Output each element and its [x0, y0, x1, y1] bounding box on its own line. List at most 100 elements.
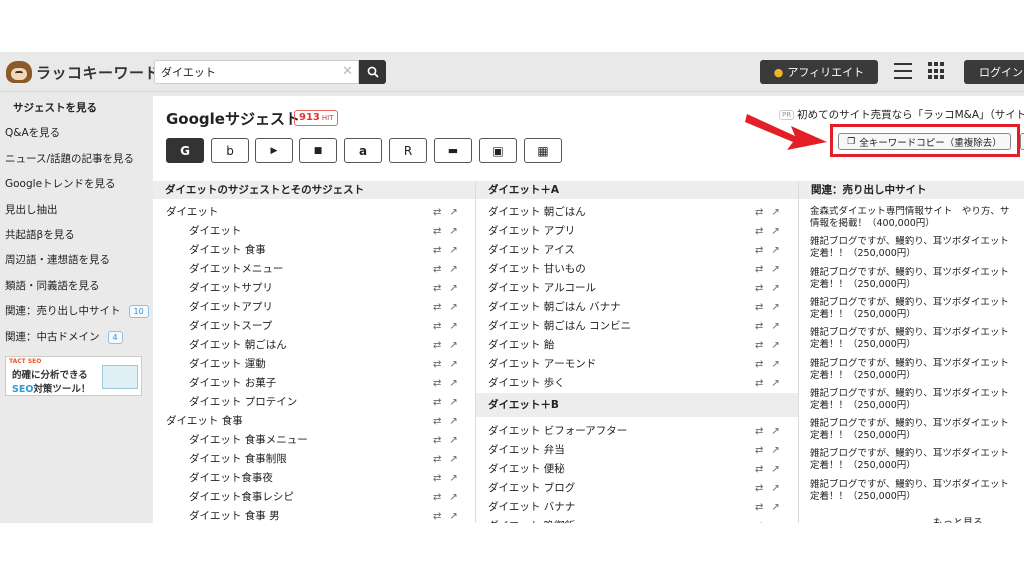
keyword-row[interactable]: ダイエット お菓子 ⇄ ↗ [189, 375, 458, 392]
site-for-sale-item[interactable]: 雑記ブログですが、鰻釣り、耳ツボダイエット 定着！！（250,000円） [810, 358, 1024, 382]
engine-amazon-button[interactable]: a [344, 138, 382, 163]
sidebar-item-synonyms[interactable]: 類語・同義語を見る [5, 278, 100, 293]
retweet-icon[interactable]: ⇄ [433, 280, 441, 297]
external-link-icon[interactable]: ↗ [449, 280, 457, 297]
keyword-row[interactable]: ダイエット 歩く ⇄ ↗ [488, 375, 788, 392]
retweet-icon[interactable]: ⇄ [755, 480, 763, 497]
external-link-icon[interactable]: ↗ [449, 375, 457, 392]
keyword-text[interactable]: ダイエット アルコール [488, 282, 596, 294]
keyword-text[interactable]: ダイエット 晩御飯 [488, 520, 575, 523]
engine-video-button[interactable]: ■ [299, 138, 337, 163]
retweet-icon[interactable]: ⇄ [433, 451, 441, 468]
retweet-icon[interactable]: ⇄ [755, 375, 763, 392]
sidebar-item-used-domains[interactable]: 関連：中古ドメイン 4 [5, 329, 123, 344]
keyword-row[interactable]: ダイエット アプリ ⇄ ↗ [488, 223, 788, 240]
clear-icon[interactable]: ✕ [342, 64, 353, 79]
keyword-text[interactable]: ダイエット 運動 [189, 358, 266, 370]
keyword-text[interactable]: ダイエット 食事 [189, 244, 266, 256]
keyword-text[interactable]: ダイエットメニュー [189, 263, 283, 275]
external-link-icon[interactable]: ↗ [771, 280, 779, 297]
engine-youtube-button[interactable]: ▶ [255, 138, 293, 163]
keyword-row[interactable]: ダイエット 弁当 ⇄ ↗ [488, 442, 788, 459]
sidebar-item-suggest[interactable]: サジェストを見る [13, 100, 97, 115]
keyword-row[interactable]: ダイエット プロテイン ⇄ ↗ [189, 394, 458, 411]
retweet-icon[interactable]: ⇄ [433, 375, 441, 392]
more-link[interactable]: もっと見る [933, 514, 983, 523]
keyword-row[interactable]: ダイエット ビフォーアフター ⇄ ↗ [488, 423, 788, 440]
external-link-icon[interactable]: ↗ [771, 423, 779, 440]
keyword-text[interactable]: ダイエット プロテイン [189, 396, 297, 408]
keyword-text[interactable]: ダイエット 食事制限 [189, 453, 287, 465]
keyword-row[interactable]: ダイエット 朝ごはん ⇄ ↗ [189, 337, 458, 354]
retweet-icon[interactable]: ⇄ [755, 423, 763, 440]
retweet-icon[interactable]: ⇄ [755, 242, 763, 259]
external-link-icon[interactable]: ↗ [771, 204, 779, 221]
retweet-icon[interactable]: ⇄ [433, 223, 441, 240]
sidebar-item-associations[interactable]: 周辺語・連想語を見る [5, 252, 110, 267]
site-for-sale-item[interactable]: 金森式ダイエット専門情報サイト やり方、サ 情報を掲載！（400,000円） [810, 206, 1024, 230]
keyword-row[interactable]: ダイエット 朝ごはん コンビニ ⇄ ↗ [488, 318, 788, 335]
external-link-icon[interactable]: ↗ [771, 356, 779, 373]
keyword-text[interactable]: ダイエット ブログ [488, 482, 575, 494]
external-link-icon[interactable]: ↗ [449, 432, 457, 449]
keyword-row[interactable]: ダイエット 甘いもの ⇄ ↗ [488, 261, 788, 278]
keyword-row[interactable]: ダイエットサプリ ⇄ ↗ [189, 280, 458, 297]
engine-rakuten-button[interactable]: R [389, 138, 427, 163]
retweet-icon[interactable]: ⇄ [755, 518, 763, 523]
retweet-icon[interactable]: ⇄ [433, 242, 441, 259]
retweet-icon[interactable]: ⇄ [433, 508, 441, 523]
external-link-icon[interactable]: ↗ [449, 337, 457, 354]
sidebar-item-news[interactable]: ニュース/話題の記事を見る [5, 151, 134, 166]
external-link-icon[interactable]: ↗ [449, 204, 457, 221]
external-link-icon[interactable]: ↗ [449, 470, 457, 487]
keyword-row[interactable]: ダイエット アイス ⇄ ↗ [488, 242, 788, 259]
external-link-icon[interactable]: ↗ [449, 413, 457, 430]
external-link-icon[interactable]: ↗ [449, 242, 457, 259]
external-link-icon[interactable]: ↗ [449, 223, 457, 240]
external-link-icon[interactable]: ↗ [771, 499, 779, 516]
retweet-icon[interactable]: ⇄ [433, 261, 441, 278]
keyword-text[interactable]: ダイエット 歩く [488, 377, 565, 389]
external-link-icon[interactable]: ↗ [771, 461, 779, 478]
keyword-row[interactable]: ダイエット アルコール ⇄ ↗ [488, 280, 788, 297]
keyword-row[interactable]: ダイエット 食事制限 ⇄ ↗ [189, 451, 458, 468]
keyword-row[interactable]: ダイエット 便秘 ⇄ ↗ [488, 461, 788, 478]
retweet-icon[interactable]: ⇄ [433, 394, 441, 411]
retweet-icon[interactable]: ⇄ [433, 413, 441, 430]
sidebar-item-sites-for-sale[interactable]: 関連：売り出し中サイト 10 [5, 303, 149, 318]
keyword-text[interactable]: ダイエット 朝ごはん [488, 206, 586, 218]
external-link-icon[interactable]: ↗ [449, 508, 457, 523]
keyword-text[interactable]: ダイエット 朝ごはん バナナ [488, 301, 621, 313]
retweet-icon[interactable]: ⇄ [433, 299, 441, 316]
keyword-row[interactable]: ダイエット食事レシピ ⇄ ↗ [189, 489, 458, 506]
external-link-icon[interactable]: ↗ [771, 299, 779, 316]
retweet-icon[interactable]: ⇄ [433, 432, 441, 449]
keyword-row[interactable]: ダイエット ⇄ ↗ [189, 223, 458, 240]
retweet-icon[interactable]: ⇄ [755, 223, 763, 240]
site-for-sale-item[interactable]: 雑記ブログですが、鰻釣り、耳ツボダイエット 定着！！（250,000円） [810, 418, 1024, 442]
retweet-icon[interactable]: ⇄ [433, 489, 441, 506]
keyword-row[interactable]: ダイエット 晩御飯⇄↗ [488, 518, 788, 523]
keyword-text[interactable]: ダイエット 朝ごはん コンビニ [488, 320, 631, 332]
external-link-icon[interactable]: ↗ [449, 299, 457, 316]
external-link-icon[interactable]: ↗ [449, 318, 457, 335]
external-link-icon[interactable]: ↗ [771, 318, 779, 335]
keyword-row[interactable]: ダイエット バナナ ⇄ ↗ [488, 499, 788, 516]
engine-bing-button[interactable]: b [211, 138, 249, 163]
retweet-icon[interactable]: ⇄ [433, 318, 441, 335]
keyword-text[interactable]: ダイエット 食事 [166, 415, 243, 427]
sidebar-item-trends[interactable]: Googleトレンドを見る [5, 176, 116, 191]
search-input[interactable] [155, 61, 335, 83]
sidebar-item-cooccurrence[interactable]: 共起語βを見る [5, 227, 75, 242]
site-for-sale-item[interactable]: 雑記ブログですが、鰻釣り、耳ツボダイエット 定着！！（250,000円） [810, 267, 1024, 291]
keyword-text[interactable]: ダイエット 弁当 [488, 444, 565, 456]
keyword-row[interactable]: ダイエット食事夜 ⇄ ↗ [189, 470, 458, 487]
retweet-icon[interactable]: ⇄ [755, 299, 763, 316]
keyword-text[interactable]: ダイエット アイス [488, 244, 575, 256]
site-for-sale-item[interactable]: 雑記ブログですが、鰻釣り、耳ツボダイエット 定着！！（250,000円） [810, 327, 1024, 351]
keyword-text[interactable]: ダイエット [189, 225, 241, 237]
keyword-row[interactable]: ダイエット 朝ごはん バナナ ⇄ ↗ [488, 299, 788, 316]
retweet-icon[interactable]: ⇄ [433, 337, 441, 354]
keyword-row[interactable]: ダイエットアプリ ⇄ ↗ [189, 299, 458, 316]
sidebar-item-qa[interactable]: Q&Aを見る [5, 125, 60, 140]
